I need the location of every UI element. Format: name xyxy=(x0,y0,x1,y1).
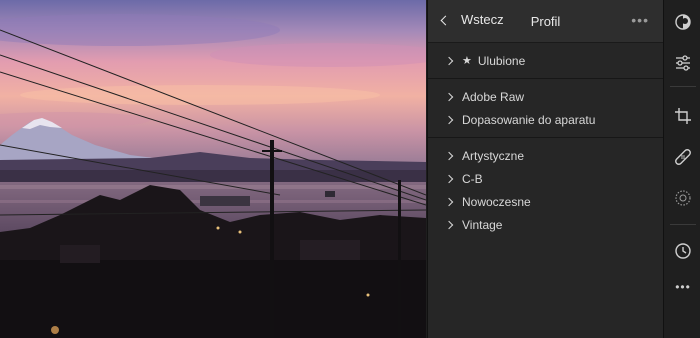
chevron-right-icon xyxy=(444,174,454,183)
profile-group-modern[interactable]: Nowoczesne xyxy=(428,190,663,213)
group-label: Adobe Raw xyxy=(462,89,525,104)
tool-rail: ••• xyxy=(663,0,700,338)
chevron-right-icon xyxy=(444,220,454,229)
masking-tool-button[interactable] xyxy=(673,188,693,208)
creative-profiles-section: Artystyczne C-B Nowoczesne Vintage xyxy=(428,138,663,242)
profile-group-artistic[interactable]: Artystyczne xyxy=(428,144,663,167)
more-options-button[interactable]: ••• xyxy=(631,12,649,28)
chevron-right-icon xyxy=(444,56,454,65)
group-label: Vintage xyxy=(462,217,503,232)
group-label: C-B xyxy=(462,171,483,186)
group-label: Ulubione xyxy=(477,53,526,68)
crop-icon xyxy=(675,108,691,124)
healing-tool-button[interactable] xyxy=(673,147,693,167)
basic-profiles-section: Adobe Raw Dopasowanie do aparatu xyxy=(428,79,663,138)
chevron-right-icon xyxy=(444,115,454,124)
bandage-icon xyxy=(675,149,691,165)
sunset-harbor-photo xyxy=(0,0,426,338)
radial-icon xyxy=(675,190,691,206)
profile-tool-button[interactable] xyxy=(673,12,693,32)
sliders-icon xyxy=(676,55,690,71)
history-tool-button[interactable] xyxy=(673,241,693,261)
photo-canvas[interactable] xyxy=(0,0,426,338)
profile-panel: Wstecz Profil ••• ★ Ulubione Adobe Raw D… xyxy=(427,0,663,338)
group-label: Nowoczesne xyxy=(462,194,531,209)
profile-group-favorites[interactable]: ★ Ulubione xyxy=(428,49,663,72)
favorites-section: ★ Ulubione xyxy=(428,43,663,79)
chevron-right-icon xyxy=(444,92,454,101)
more-tools-button[interactable]: ••• xyxy=(673,277,693,297)
profile-group-bw[interactable]: C-B xyxy=(428,167,663,190)
star-icon: ★ xyxy=(462,55,472,67)
history-icon xyxy=(675,243,691,259)
rail-divider xyxy=(670,86,696,87)
chevron-right-icon xyxy=(444,197,454,206)
profile-group-vintage[interactable]: Vintage xyxy=(428,213,663,236)
profile-group-adobe-raw[interactable]: Adobe Raw xyxy=(428,85,663,108)
chevron-right-icon xyxy=(444,151,454,160)
edit-tool-button[interactable] xyxy=(673,53,693,73)
rail-divider xyxy=(670,224,696,225)
group-label: Dopasowanie do aparatu xyxy=(462,112,596,127)
profile-icon xyxy=(675,14,691,30)
group-label: Artystyczne xyxy=(462,148,525,163)
panel-header: Wstecz Profil ••• xyxy=(428,0,663,43)
crop-tool-button[interactable] xyxy=(673,106,693,126)
panel-title: Profil xyxy=(530,14,561,29)
profile-group-camera-matching[interactable]: Dopasowanie do aparatu xyxy=(428,108,663,131)
